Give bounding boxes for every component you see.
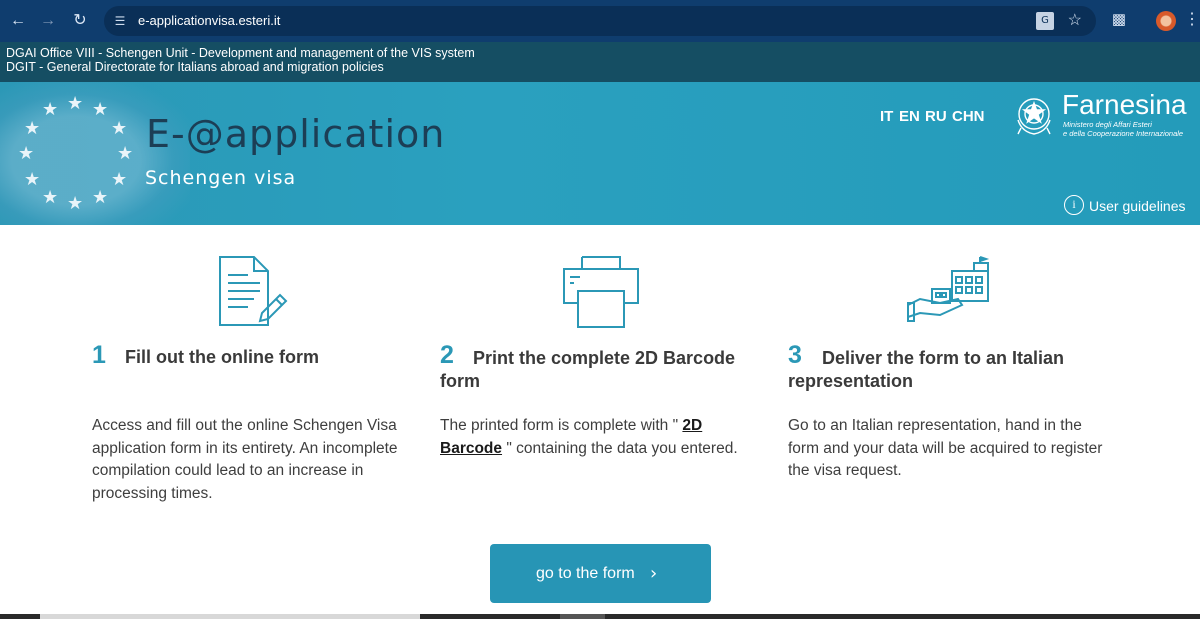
- department-line-2: DGIT - General Directorate for Italians …: [6, 60, 384, 74]
- step-2-text-after: " containing the data you entered.: [506, 439, 738, 457]
- go-to-form-label[interactable]: go to the form: [536, 544, 635, 603]
- document-pen-icon: [219, 256, 288, 326]
- step-1-text: Access and fill out the online Schengen …: [92, 417, 398, 502]
- back-icon[interactable]: ←: [6, 9, 30, 33]
- eu-star-icon: ★: [24, 118, 41, 138]
- site-settings-icon[interactable]: ☰: [112, 13, 128, 29]
- app-subtitle: Schengen visa: [145, 167, 297, 189]
- eu-star-icon: ★: [111, 118, 128, 138]
- profile-icon[interactable]: [1156, 11, 1176, 31]
- eu-star-icon: ★: [92, 187, 109, 207]
- eu-star-icon: ★: [67, 93, 84, 113]
- info-icon: i: [1064, 195, 1084, 215]
- address-bar[interactable]: ☰ e-applicationvisa.esteri.it G ☆: [104, 6, 1096, 36]
- hand-building-icon: [907, 256, 990, 322]
- ministry-subtitle: Ministero degli Affari Esteri e della Co…: [1063, 120, 1183, 138]
- eu-star-icon: ★: [18, 143, 35, 163]
- farnesina-brand[interactable]: Farnesina: [1062, 90, 1187, 120]
- user-guidelines-label[interactable]: User guidelines: [1089, 198, 1186, 214]
- step-3-title: Deliver the form to an Italian represent…: [788, 348, 1065, 391]
- lang-ru[interactable]: RU: [925, 108, 947, 125]
- eu-star-icon: ★: [67, 193, 84, 213]
- printer-icon: [563, 256, 639, 328]
- eu-star-icon: ★: [42, 187, 59, 207]
- ministry-subtitle-line-1: Ministero degli Affari Esteri: [1063, 120, 1152, 129]
- step-3-text: Go to an Italian representation, hand in…: [788, 417, 1103, 479]
- header-banner: ★ ★ ★ ★ ★ ★ ★ ★ ★ ★ ★ ★ E-@application S…: [0, 82, 1200, 225]
- forward-icon[interactable]: →: [36, 9, 60, 33]
- menu-icon[interactable]: ⋮: [1184, 9, 1200, 31]
- department-line-1: DGAI Office VIII - Schengen Unit - Devel…: [6, 46, 475, 60]
- eu-star-icon: ★: [92, 99, 109, 119]
- step-2-text: The printed form is complete with " 2D B…: [440, 415, 760, 460]
- lang-en[interactable]: EN: [899, 108, 920, 125]
- step-1-number: 1: [92, 341, 106, 369]
- italian-emblem-icon: [1017, 98, 1051, 135]
- go-to-form-button[interactable]: go to the form ›: [490, 544, 711, 603]
- reload-icon[interactable]: ↻: [68, 9, 92, 33]
- extensions-icon[interactable]: ▩: [1108, 9, 1130, 31]
- browser-toolbar: ← → ↻ ☰ e-applicationvisa.esteri.it G ☆ …: [0, 0, 1200, 42]
- star-icon[interactable]: ☆: [1068, 11, 1082, 31]
- lang-chn[interactable]: CHN: [952, 108, 985, 125]
- address-url[interactable]: e-applicationvisa.esteri.it: [138, 13, 280, 29]
- step-1-title: Fill out the online form: [125, 347, 319, 367]
- eu-star-icon: ★: [111, 169, 128, 189]
- eu-star-icon: ★: [117, 143, 134, 163]
- step-2-title: Print the complete 2D Barcode form: [440, 348, 736, 391]
- eu-star-icon: ★: [42, 99, 59, 119]
- department-info-bar: DGAI Office VIII - Schengen Unit - Devel…: [0, 42, 1200, 82]
- lang-it[interactable]: IT: [880, 108, 893, 125]
- translate-icon[interactable]: G: [1036, 12, 1054, 30]
- app-title: E-@application: [146, 112, 446, 156]
- step-2-text-before: The printed form is complete with ": [440, 417, 679, 434]
- eu-star-icon: ★: [24, 169, 41, 189]
- chevron-right-icon: ›: [650, 563, 658, 584]
- taskbar-segment: [40, 614, 420, 619]
- taskbar-strip: [0, 614, 1200, 619]
- taskbar-segment: [560, 614, 605, 619]
- ministry-subtitle-line-2: e della Cooperazione Internazionale: [1063, 129, 1184, 138]
